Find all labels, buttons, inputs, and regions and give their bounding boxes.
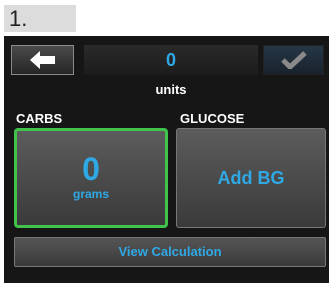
left-arrow-icon [30,51,55,69]
carbs-input-button[interactable]: 0 grams [14,128,168,228]
back-button[interactable] [11,45,74,75]
add-bg-button[interactable]: Add BG [176,128,326,228]
checkmark-icon [281,51,307,69]
units-label: units [155,82,187,97]
view-calculation-button[interactable]: View Calculation [14,237,326,267]
units-value: 0 [84,45,258,75]
step-label: 1. [4,5,76,32]
carbs-value: 0 [82,151,100,187]
carbs-unit: grams [72,187,110,201]
glucose-label: GLUCOSE [180,111,245,126]
pump-screen: 0 units CARBS GLUCOSE 0 grams Add BG Vie… [4,36,329,283]
confirm-button[interactable] [263,45,324,75]
carbs-label: CARBS [16,111,63,126]
